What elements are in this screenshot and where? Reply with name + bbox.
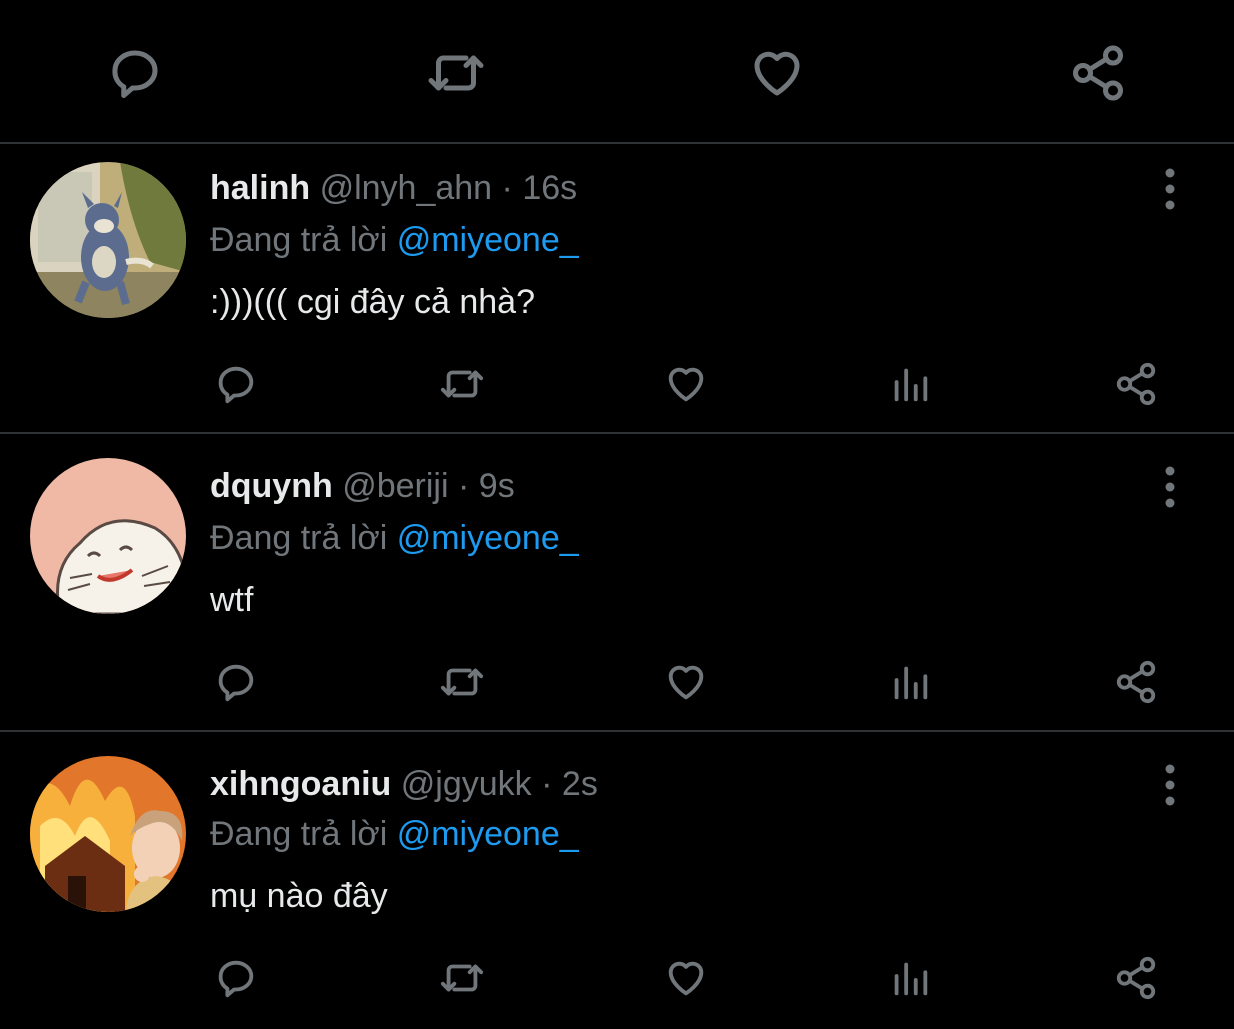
reply-button[interactable]	[208, 356, 264, 412]
reply-icon	[218, 664, 254, 702]
avatar[interactable]	[30, 458, 186, 614]
tweet[interactable]: dquynh @beriji · 9s Đang trả lời @miyeon…	[0, 434, 1234, 732]
like-icon	[668, 961, 704, 996]
more-vertical-icon	[1165, 168, 1175, 210]
retweet-icon	[440, 370, 484, 398]
more-vertical-icon	[1165, 764, 1175, 806]
share-button[interactable]	[1063, 38, 1133, 108]
like-button[interactable]	[658, 950, 714, 1006]
share-icon	[1116, 956, 1156, 1000]
like-button[interactable]	[742, 38, 812, 108]
share-icon	[1073, 45, 1123, 101]
share-button[interactable]	[1108, 654, 1164, 710]
display-name[interactable]: halinh	[210, 169, 310, 207]
tweet-actions	[0, 356, 1234, 416]
tweet-header: halinh @lnyh_ahn · 16s	[210, 168, 577, 208]
tweet-text: :)))((( cgi đây cả nhà?	[210, 283, 535, 321]
analytics-button[interactable]	[882, 356, 938, 412]
retweet-icon	[440, 964, 484, 992]
tweet[interactable]: halinh @lnyh_ahn · 16s Đang trả lời @miy…	[0, 144, 1234, 434]
like-button[interactable]	[658, 356, 714, 412]
avatar[interactable]	[30, 756, 186, 912]
reply-prefix: Đang trả lời	[210, 221, 388, 259]
retweet-icon	[428, 55, 484, 91]
like-button[interactable]	[658, 654, 714, 710]
retweet-button[interactable]	[434, 356, 490, 412]
retweet-icon	[440, 668, 484, 696]
display-name[interactable]: xihngoaniu	[210, 765, 391, 803]
reply-prefix: Đang trả lời	[210, 519, 388, 557]
share-button[interactable]	[1108, 950, 1164, 1006]
avatar-image	[30, 458, 186, 614]
tweet-header: dquynh @beriji · 9s	[210, 466, 515, 506]
like-icon	[668, 367, 704, 402]
reply-button[interactable]	[208, 654, 264, 710]
tweet-actions	[0, 654, 1234, 714]
reply-icon	[218, 960, 254, 998]
retweet-button[interactable]	[421, 38, 491, 108]
reply-prefix: Đang trả lời	[210, 815, 388, 853]
timestamp[interactable]: 16s	[522, 169, 577, 207]
analytics-icon	[894, 666, 928, 700]
user-handle[interactable]: @lnyh_ahn	[320, 169, 493, 207]
tweet-actions	[0, 950, 1234, 1010]
replying-to: Đang trả lời @miyeone_	[210, 518, 579, 558]
like-icon	[754, 51, 800, 96]
timestamp[interactable]: 2s	[562, 765, 598, 803]
user-handle[interactable]: @jgyukk	[401, 765, 532, 803]
separator: ·	[501, 169, 513, 207]
replying-to: Đang trả lời @miyeone_	[210, 220, 579, 260]
reply-button[interactable]	[208, 950, 264, 1006]
top-action-bar	[0, 0, 1234, 144]
reply-button[interactable]	[100, 38, 170, 108]
more-options-button[interactable]	[1150, 760, 1190, 810]
reply-icon	[218, 366, 254, 404]
analytics-button[interactable]	[882, 950, 938, 1006]
share-button[interactable]	[1108, 356, 1164, 412]
tweet[interactable]: xihngoaniu @jgyukk · 2s Đang trả lời @mi…	[0, 732, 1234, 1029]
analytics-button[interactable]	[882, 654, 938, 710]
more-options-button[interactable]	[1150, 462, 1190, 512]
display-name[interactable]: dquynh	[210, 467, 333, 505]
mention-link[interactable]: @miyeone_	[397, 815, 579, 853]
analytics-icon	[894, 368, 928, 402]
timestamp[interactable]: 9s	[479, 467, 515, 505]
share-icon	[1116, 660, 1156, 704]
analytics-icon	[894, 962, 928, 996]
avatar[interactable]	[30, 162, 186, 318]
like-icon	[668, 665, 704, 700]
retweet-button[interactable]	[434, 950, 490, 1006]
tweet-text: wtf	[210, 581, 254, 619]
separator: ·	[541, 765, 553, 803]
separator: ·	[458, 467, 470, 505]
more-vertical-icon	[1165, 466, 1175, 508]
mention-link[interactable]: @miyeone_	[397, 221, 579, 259]
share-icon	[1116, 362, 1156, 406]
reply-icon	[112, 50, 158, 98]
user-handle[interactable]: @beriji	[342, 467, 448, 505]
more-options-button[interactable]	[1150, 164, 1190, 214]
tweet-header: xihngoaniu @jgyukk · 2s	[210, 764, 598, 804]
replying-to: Đang trả lời @miyeone_	[210, 814, 579, 854]
retweet-button[interactable]	[434, 654, 490, 710]
mention-link[interactable]: @miyeone_	[397, 519, 579, 557]
avatar-image	[30, 162, 186, 318]
tweet-text: mụ nào đây	[210, 877, 388, 915]
avatar-image	[30, 756, 186, 912]
